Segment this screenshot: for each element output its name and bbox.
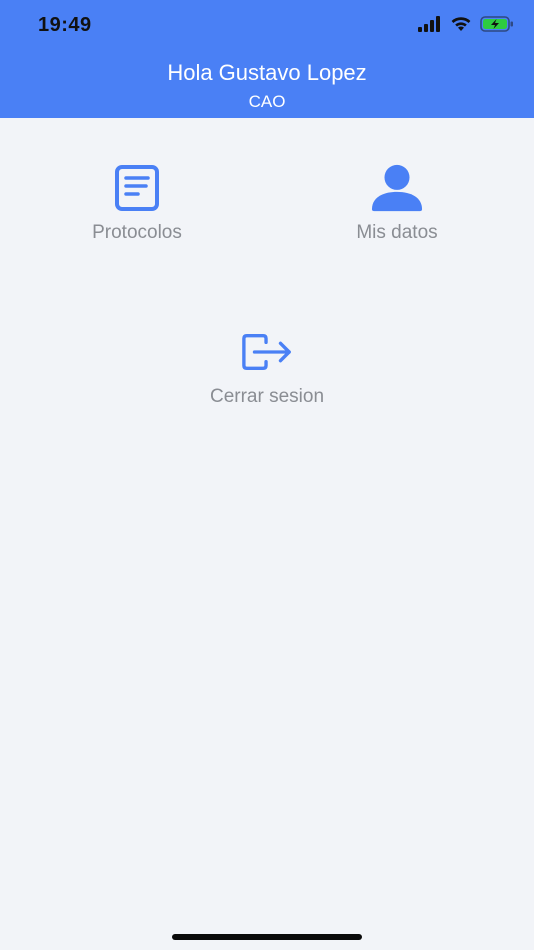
organization-subtitle: CAO xyxy=(248,92,286,111)
status-time: 19:49 xyxy=(38,14,92,36)
greeting-title: Hola Gustavo Lopez xyxy=(167,60,367,85)
cellular-signal-icon xyxy=(418,16,442,37)
protocolos-label: Protocolos xyxy=(92,222,182,243)
document-icon xyxy=(111,162,163,214)
user-icon xyxy=(371,162,423,214)
mis-datos-button[interactable]: Mis datos xyxy=(336,162,458,244)
app-header: 19:49 Hola Gustavo Lopez CAO xyxy=(0,0,534,118)
protocolos-button[interactable]: Protocolos xyxy=(76,162,198,244)
logout-icon xyxy=(241,326,293,378)
status-bar: 19:49 xyxy=(0,0,534,54)
status-icons xyxy=(418,16,514,37)
home-indicator[interactable] xyxy=(172,934,362,940)
cerrar-sesion-button[interactable]: Cerrar sesion xyxy=(190,326,344,408)
battery-charging-icon xyxy=(480,16,514,37)
wifi-icon xyxy=(450,16,472,37)
cerrar-sesion-label: Cerrar sesion xyxy=(209,386,325,407)
mis-datos-label: Mis datos xyxy=(356,222,438,243)
